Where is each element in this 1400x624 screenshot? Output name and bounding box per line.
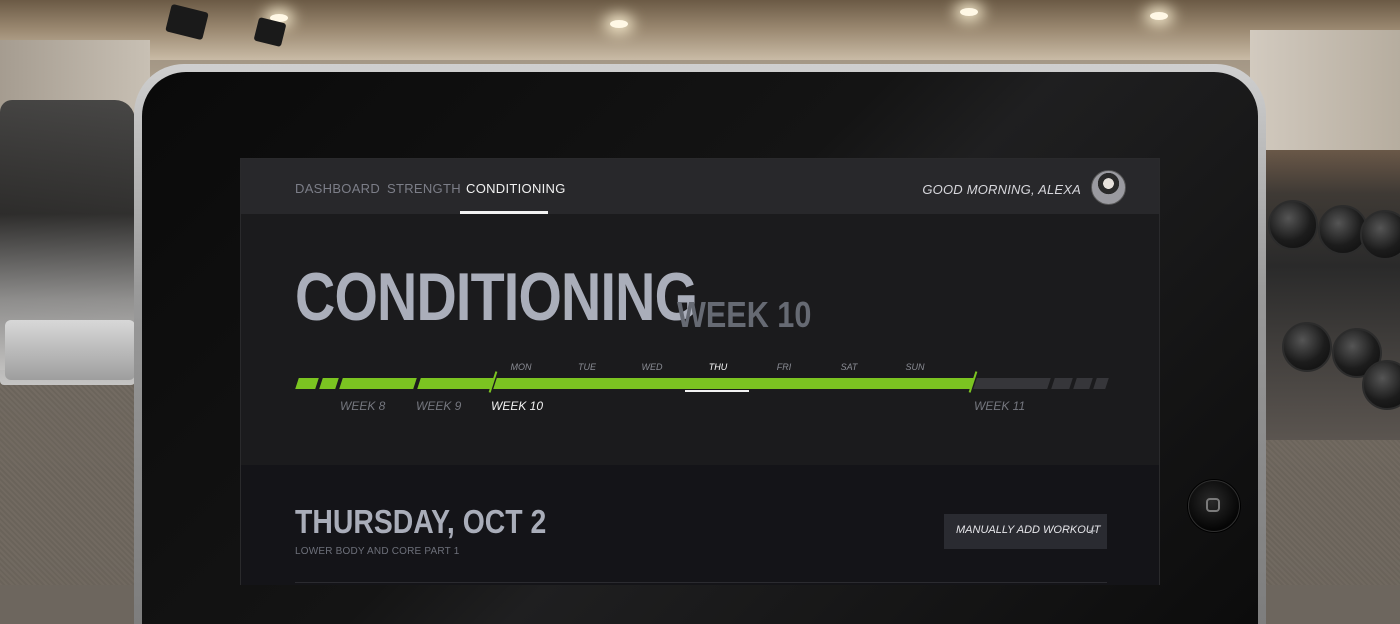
timeline-segment-week-11[interactable] <box>973 378 1051 389</box>
ceiling-light <box>1150 12 1168 20</box>
tab-strength[interactable]: STRENGTH <box>387 181 461 196</box>
timeline-week-9[interactable]: WEEK 9 <box>416 399 461 413</box>
home-square-icon <box>1206 498 1220 512</box>
day-sat[interactable]: SAT <box>834 362 864 372</box>
day-sun[interactable]: SUN <box>900 362 930 372</box>
exercise-bike-base <box>5 320 135 380</box>
dumbbell <box>1282 322 1332 372</box>
day-fri[interactable]: FRI <box>769 362 799 372</box>
page-title: CONDITIONING <box>295 259 698 335</box>
day-mon[interactable]: MON <box>506 362 536 372</box>
timeline-segment <box>295 378 319 389</box>
ceiling-light <box>960 8 978 16</box>
divider <box>295 582 1107 583</box>
timeline-segment-week-8[interactable] <box>339 378 417 389</box>
app-screen: DASHBOARD STRENGTH CONDITIONING GOOD MOR… <box>240 158 1160 585</box>
timeline-segment <box>1051 378 1073 389</box>
workout-subtitle: LOWER BODY AND CORE PART 1 <box>295 546 460 557</box>
timeline-week-11[interactable]: WEEK 11 <box>974 399 1025 413</box>
active-tab-indicator <box>460 211 548 214</box>
timeline-segment <box>319 378 339 389</box>
ceiling <box>0 0 1400 60</box>
home-button[interactable] <box>1188 480 1240 532</box>
current-day-indicator <box>685 390 749 392</box>
manually-add-workout-button[interactable]: MANUALLY ADD WORKOUT + <box>944 514 1107 549</box>
day-thu[interactable]: THU <box>703 362 733 372</box>
ceiling-light <box>610 20 628 28</box>
day-tue[interactable]: TUE <box>572 362 602 372</box>
greeting-text: GOOD MORNING, ALEXA <box>922 182 1081 197</box>
timeline-segment-week-10[interactable] <box>493 378 975 389</box>
current-week-label: WEEK 10 <box>677 294 812 335</box>
timeline-week-10[interactable]: WEEK 10 <box>491 399 543 413</box>
tab-conditioning[interactable]: CONDITIONING <box>466 181 566 196</box>
timeline-segment-week-9[interactable] <box>417 378 495 389</box>
plus-icon: + <box>1088 523 1096 538</box>
workout-date: THURSDAY, OCT 2 <box>295 503 547 540</box>
timeline-week-8[interactable]: WEEK 8 <box>340 399 385 413</box>
day-wed[interactable]: WED <box>637 362 667 372</box>
top-nav: DASHBOARD STRENGTH CONDITIONING GOOD MOR… <box>241 159 1159 214</box>
timeline-segment <box>1093 378 1109 389</box>
tab-dashboard[interactable]: DASHBOARD <box>295 181 380 196</box>
timeline-segment <box>1073 378 1093 389</box>
avatar[interactable] <box>1091 170 1126 205</box>
dumbbell <box>1268 200 1318 250</box>
add-workout-label: MANUALLY ADD WORKOUT <box>956 524 1101 536</box>
